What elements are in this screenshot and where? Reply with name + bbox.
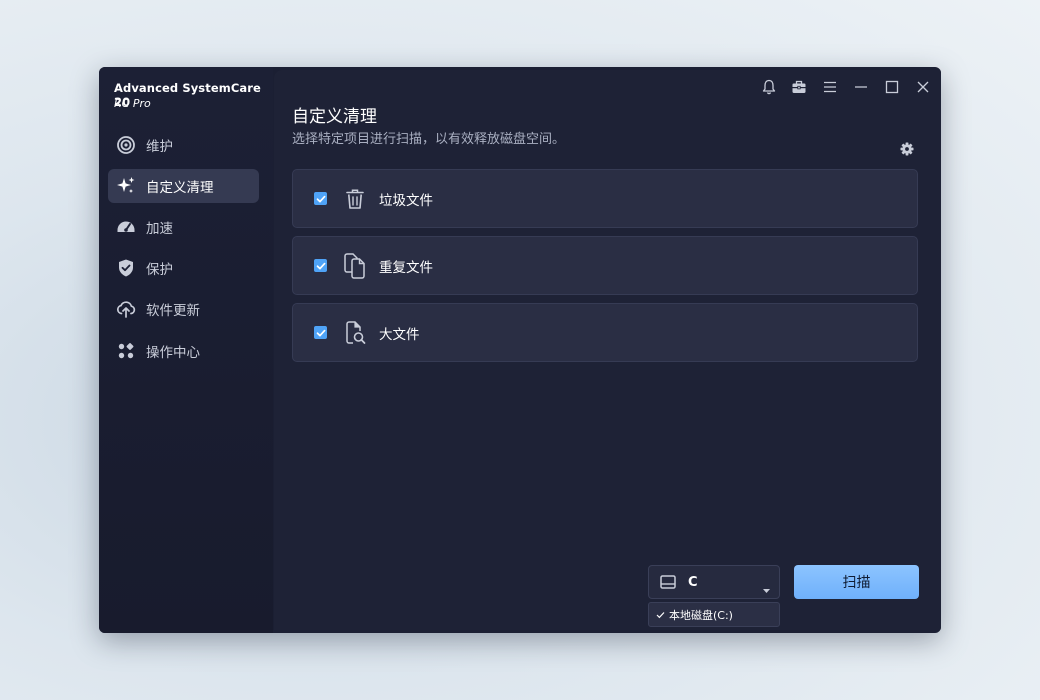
main-panel: 自定义清理 选择特定项目进行扫描，以有效释放磁盘空间。 垃圾文件 重复文件 大文… xyxy=(274,70,941,630)
sidebar-item-custom-clean[interactable]: 自定义清理 xyxy=(108,169,259,203)
sidebar-item-label: 自定义清理 xyxy=(146,180,214,196)
sparkle-icon xyxy=(115,175,137,197)
clean-item-duplicate-files[interactable]: 重复文件 xyxy=(292,236,918,295)
sidebar-item-label: 软件更新 xyxy=(146,303,200,319)
caret-down-icon xyxy=(762,579,771,598)
duplicate-files-icon xyxy=(343,252,367,279)
maintenance-icon xyxy=(115,134,137,156)
close-icon[interactable] xyxy=(913,77,933,97)
sidebar-item-action-center[interactable]: 操作中心 xyxy=(108,334,259,368)
sidebar-item-speed-up[interactable]: 加速 xyxy=(108,210,259,244)
bell-icon[interactable] xyxy=(759,77,779,97)
sidebar-item-label: 维护 xyxy=(146,139,173,155)
toolbox-icon[interactable] xyxy=(789,77,809,97)
app-edition: RC Pro xyxy=(114,97,151,110)
drive-option-label: 本地磁盘(C:) xyxy=(669,608,733,622)
page-title: 自定义清理 xyxy=(292,107,377,127)
speedometer-icon xyxy=(115,216,137,238)
gear-icon[interactable] xyxy=(898,140,916,158)
sidebar: Advanced SystemCare 20 RC Pro 维护 自定义清理 加… xyxy=(99,67,273,633)
clean-item-large-files[interactable]: 大文件 xyxy=(292,303,918,362)
large-files-checkbox[interactable] xyxy=(314,326,327,339)
page-subtitle: 选择特定项目进行扫描，以有效释放磁盘空间。 xyxy=(292,132,566,147)
drive-select-value: C xyxy=(688,574,698,590)
sidebar-item-label: 保护 xyxy=(146,262,173,278)
app-window: Advanced SystemCare 20 RC Pro 维护 自定义清理 加… xyxy=(99,67,941,633)
clean-item-junk-files[interactable]: 垃圾文件 xyxy=(292,169,918,228)
trash-icon xyxy=(343,186,367,212)
apps-grid-icon xyxy=(115,340,137,362)
duplicate-files-checkbox[interactable] xyxy=(314,259,327,272)
drive-option-local-c[interactable]: 本地磁盘(C:) xyxy=(648,602,780,627)
shield-icon xyxy=(115,257,137,279)
junk-files-checkbox[interactable] xyxy=(314,192,327,205)
cloud-upload-icon xyxy=(115,298,137,320)
drive-select[interactable]: C xyxy=(648,565,780,599)
maximize-icon[interactable] xyxy=(882,77,902,97)
check-icon xyxy=(656,611,666,619)
item-label: 重复文件 xyxy=(379,259,433,276)
sidebar-item-label: 操作中心 xyxy=(146,345,200,361)
menu-icon[interactable] xyxy=(820,77,840,97)
hard-drive-icon xyxy=(659,574,677,590)
large-file-search-icon xyxy=(343,320,367,346)
item-label: 垃圾文件 xyxy=(379,192,433,209)
sidebar-item-label: 加速 xyxy=(146,221,173,237)
sidebar-item-protect[interactable]: 保护 xyxy=(108,251,259,285)
item-label: 大文件 xyxy=(379,326,420,343)
minimize-icon[interactable] xyxy=(851,77,871,97)
scan-button[interactable]: 扫描 xyxy=(794,565,919,599)
sidebar-item-maintenance[interactable]: 维护 xyxy=(108,128,259,162)
sidebar-item-software-update[interactable]: 软件更新 xyxy=(108,292,259,326)
